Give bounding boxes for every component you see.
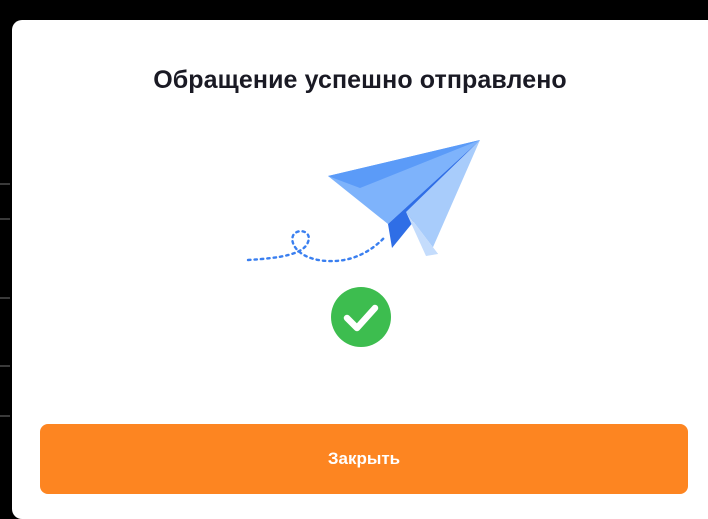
backdrop-line — [0, 218, 10, 220]
backdrop-line — [0, 183, 10, 185]
paper-plane-icon — [246, 140, 480, 263]
backdrop-line — [0, 415, 10, 417]
close-button[interactable]: Закрыть — [40, 424, 688, 494]
check-circle-bg — [331, 287, 391, 347]
backdrop-line — [0, 365, 10, 367]
backdrop-line — [0, 297, 10, 299]
flight-trail — [246, 230, 386, 263]
success-dialog: Обращение успешно отправлено Закрыть — [12, 20, 708, 519]
dialog-title: Обращение успешно отправлено — [153, 66, 567, 94]
check-circle-icon — [331, 287, 391, 347]
